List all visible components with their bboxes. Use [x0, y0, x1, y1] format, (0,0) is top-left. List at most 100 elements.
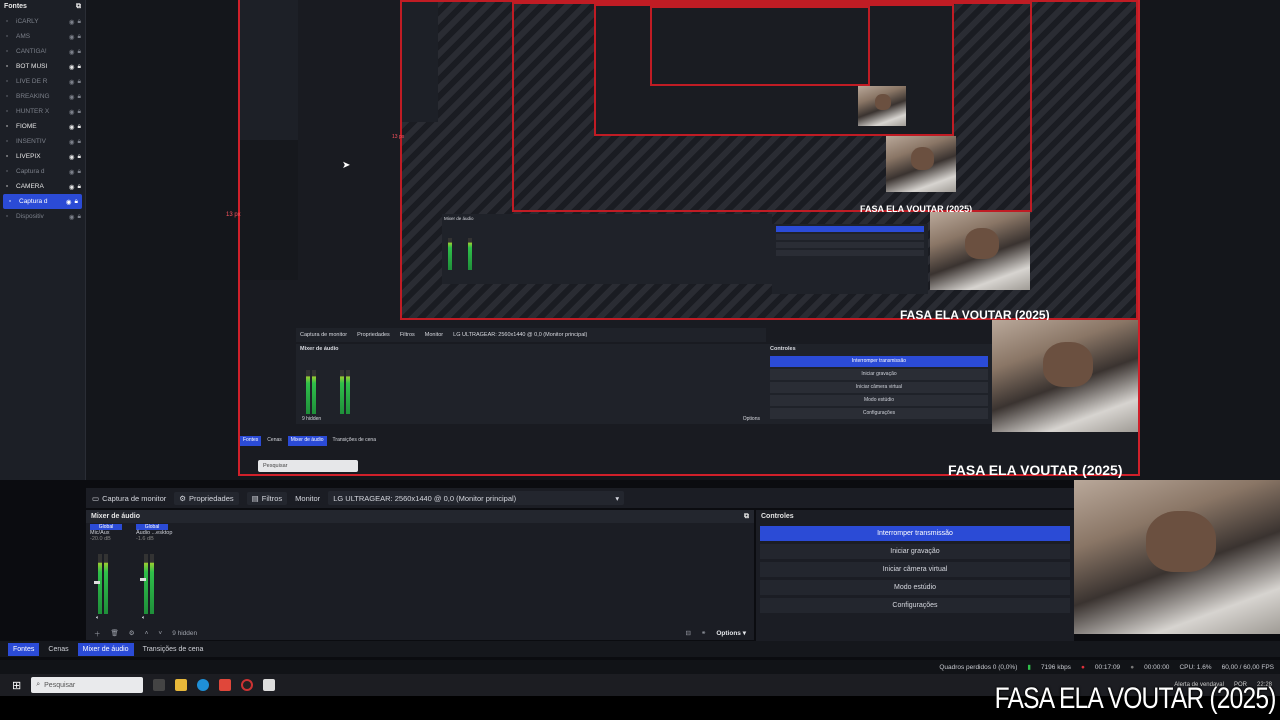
- preview-canvas[interactable]: FASA ELA VOUTAR (2025) Mixer de áudio FA…: [238, 0, 1140, 478]
- nested-controls-1: Controles Interromper transmissão Iniciar…: [766, 344, 992, 424]
- source-item[interactable]: ▫ Captura d ◉ 🔒︎: [3, 194, 82, 209]
- source-type-icon: ▫: [6, 183, 9, 190]
- source-type-icon: ▫: [6, 108, 9, 115]
- lock-icon[interactable]: 🔒︎: [78, 63, 81, 71]
- control-button[interactable]: Iniciar câmera virtual: [760, 562, 1070, 577]
- nested-control-button: Configurações: [770, 408, 988, 419]
- source-item[interactable]: ▫ HUNTER X ◉ 🔒︎: [0, 104, 85, 119]
- file-explorer-icon[interactable]: [175, 679, 188, 691]
- edge-icon[interactable]: [197, 679, 210, 691]
- lock-icon[interactable]: 🔒︎: [78, 153, 81, 161]
- eye-icon[interactable]: ◉: [69, 108, 75, 116]
- control-button[interactable]: Interromper transmissão: [760, 526, 1070, 541]
- source-item[interactable]: ▫ Captura d ◉ 🔒︎: [0, 164, 85, 179]
- task-view-icon[interactable]: [153, 679, 166, 691]
- speaker-icon[interactable]: 🔈︎: [96, 615, 99, 622]
- eye-icon[interactable]: ◉: [69, 78, 75, 86]
- mixer-channel: Global Áudio ...esktop -1.6 dB 🔈︎: [136, 524, 172, 624]
- lock-icon[interactable]: 🔒︎: [78, 33, 81, 41]
- source-item[interactable]: ▫ CAMERA ◉ 🔒︎: [0, 179, 85, 194]
- control-button[interactable]: Modo estúdio: [760, 580, 1070, 595]
- lock-icon[interactable]: 🔒︎: [78, 108, 81, 116]
- source-item[interactable]: ▫ iCARLY ◉ 🔒︎: [0, 14, 85, 29]
- lock-icon[interactable]: 🔒︎: [78, 93, 81, 101]
- obs-icon[interactable]: [241, 679, 254, 691]
- source-item[interactable]: ▫ BOT MUSI ◉ 🔒︎: [0, 59, 85, 74]
- monitor-select[interactable]: LG ULTRAGEAR: 2560x1440 @ 0,0 (Monitor p…: [328, 491, 625, 505]
- eye-icon[interactable]: ◉: [69, 138, 75, 146]
- webcam-feed: [1074, 480, 1280, 634]
- mixer-channel: Global Mic/Aux -20.0 dB 🔈︎: [90, 524, 122, 624]
- eye-icon[interactable]: ◉: [69, 33, 75, 41]
- trash-icon[interactable]: 🗑: [111, 629, 119, 637]
- nested-webcam-3: [886, 136, 956, 192]
- gear-icon[interactable]: ⚙: [129, 629, 135, 637]
- dock-float-icon[interactable]: ⧉: [744, 513, 749, 520]
- options-button[interactable]: Options ▾: [716, 629, 746, 637]
- dock-tab[interactable]: Transições de cena: [138, 643, 209, 656]
- layout-icon[interactable]: ⊟: [685, 629, 690, 637]
- lock-icon[interactable]: 🔒︎: [78, 78, 81, 86]
- lock-icon[interactable]: 🔒︎: [78, 183, 81, 191]
- source-item[interactable]: ▫ INSENTIV ◉ 🔒︎: [0, 134, 85, 149]
- eye-icon[interactable]: ◉: [69, 213, 75, 221]
- bitrate: 7196 kbps: [1040, 663, 1071, 671]
- nested-control-button: Iniciar câmera virtual: [770, 382, 988, 393]
- volume-slider[interactable]: [140, 578, 146, 581]
- source-item[interactable]: ▫ FIOME ◉ 🔒︎: [0, 119, 85, 134]
- lock-icon[interactable]: 🔒︎: [78, 138, 81, 146]
- nested-webcam-2: [930, 212, 1030, 290]
- capture-source-label: ▭ Captura de monitor: [92, 493, 167, 503]
- chevron-up-icon[interactable]: ˄: [145, 630, 149, 637]
- chevron-down-icon[interactable]: ˅: [158, 630, 162, 637]
- add-source-icon[interactable]: ＋: [94, 628, 101, 638]
- link-icon[interactable]: ⚭: [701, 629, 706, 637]
- dock-tab[interactable]: Fontes: [8, 642, 40, 656]
- source-item[interactable]: ▫ LIVEPIX ◉ 🔒︎: [0, 149, 85, 164]
- eye-icon[interactable]: ◉: [66, 198, 72, 206]
- filters-button[interactable]: ▤ Filtros: [246, 491, 288, 505]
- source-type-icon: ▫: [6, 213, 9, 220]
- source-type-icon: ▫: [6, 168, 9, 175]
- eye-icon[interactable]: ◉: [69, 93, 75, 101]
- eye-icon[interactable]: ◉: [69, 18, 75, 26]
- windows-start-icon[interactable]: ⊞: [12, 679, 21, 692]
- volume-slider[interactable]: [94, 581, 100, 584]
- cpu-usage: CPU: 1.6%: [1179, 663, 1212, 671]
- taskbar-search[interactable]: ⌕ Pesquisar: [31, 677, 144, 693]
- eye-icon[interactable]: ◉: [69, 123, 75, 131]
- nested-capture-4: [650, 6, 870, 86]
- eye-icon[interactable]: ◉: [69, 48, 75, 56]
- lock-icon[interactable]: 🔒︎: [78, 123, 81, 131]
- sources-panel: Fontes ⧉ ▫ iCARLY ◉ 🔒︎ ▫ AMS ◉ 🔒︎ ▫ CANTIGA! ◉ 🔒︎ ▫ B…: [0, 0, 86, 480]
- source-item-label: LIVEPIX: [16, 153, 41, 160]
- source-item-label: INSENTIV: [16, 138, 46, 145]
- properties-button[interactable]: ⚙ Propriedades: [174, 491, 239, 505]
- lock-icon[interactable]: 🔒︎: [78, 18, 81, 26]
- control-button[interactable]: Configurações: [760, 598, 1070, 613]
- lock-icon[interactable]: 🔒︎: [78, 48, 81, 56]
- brave-icon[interactable]: [219, 679, 232, 691]
- eye-icon[interactable]: ◉: [69, 63, 75, 71]
- app-icon[interactable]: [263, 679, 276, 691]
- eye-icon[interactable]: ◉: [69, 183, 75, 191]
- source-item[interactable]: ▫ AMS ◉ 🔒︎: [0, 29, 85, 44]
- lock-icon[interactable]: 🔒︎: [78, 213, 81, 221]
- dock-tab[interactable]: Mixer de áudio: [77, 642, 134, 656]
- control-button[interactable]: Iniciar gravação: [760, 544, 1070, 559]
- dock-float-icon[interactable]: ⧉: [76, 3, 81, 11]
- preview-area[interactable]: FASA ELA VOUTAR (2025) Mixer de áudio FA…: [86, 0, 1280, 480]
- source-item-label: HUNTER X: [16, 108, 50, 115]
- eye-icon[interactable]: ◉: [69, 168, 75, 176]
- source-item[interactable]: ▫ Dispositiv ◉ 🔒︎: [0, 209, 85, 224]
- lock-icon[interactable]: 🔒︎: [78, 168, 81, 176]
- nested-controls-2: [772, 224, 928, 294]
- lock-icon[interactable]: 🔒︎: [75, 198, 78, 206]
- source-item[interactable]: ▫ CANTIGA! ◉ 🔒︎: [0, 44, 85, 59]
- source-item[interactable]: ▫ LIVE DE R ◉ 🔒︎: [0, 74, 85, 89]
- source-item[interactable]: ▫ BREAKING ◉ 🔒︎: [0, 89, 85, 104]
- dock-tab[interactable]: Cenas: [43, 643, 73, 656]
- eye-icon[interactable]: ◉: [69, 153, 75, 161]
- speaker-icon[interactable]: 🔈︎: [142, 615, 145, 622]
- filter-icon: ▤: [251, 493, 259, 503]
